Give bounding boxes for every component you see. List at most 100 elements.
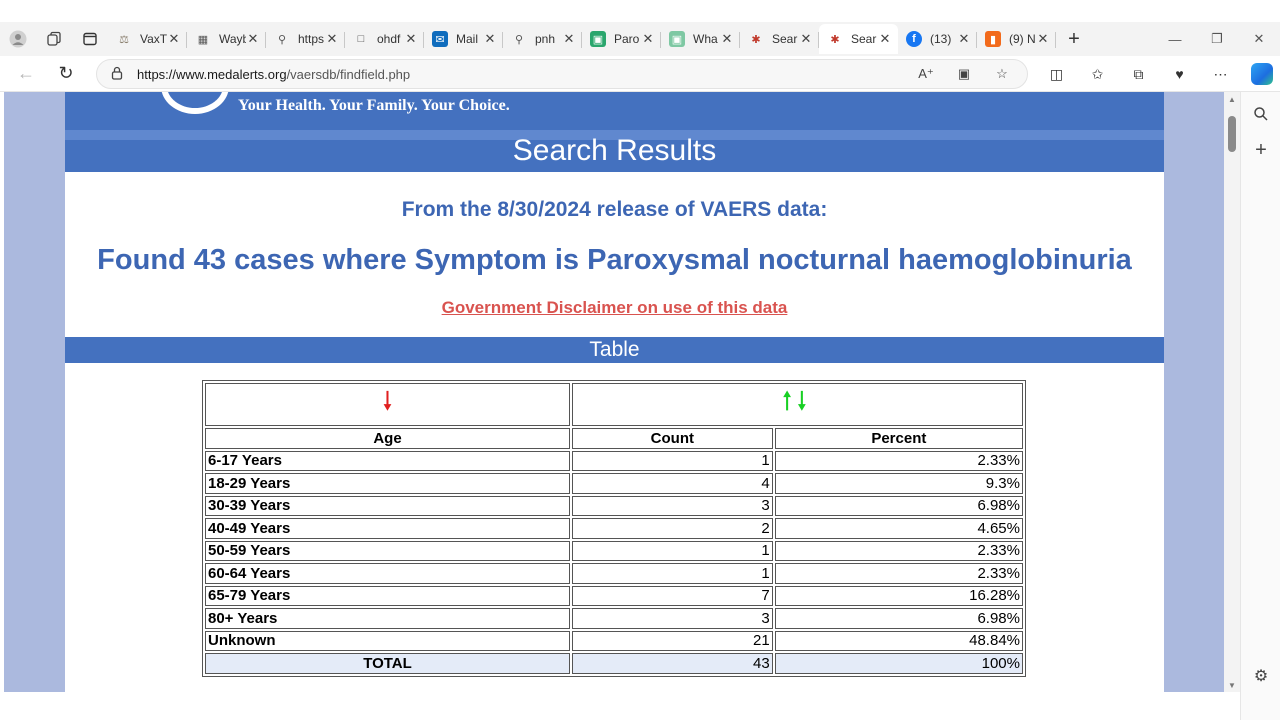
back-button[interactable]: ← [6,59,46,89]
scroll-thumb[interactable] [1228,116,1236,152]
release-line: From the 8/30/2024 release of VAERS data… [401,198,828,221]
tab-title: https: [298,32,325,46]
sort-up-green-icon[interactable]: 🠑 [783,388,798,415]
browser-tab[interactable]: ✱ Sear ✕ [740,24,819,54]
browser-tab[interactable]: □ ohdf ✕ [345,24,424,54]
star-icon: ✱ [751,33,761,46]
browser-tab[interactable]: ▮ (9) N ✕ [977,24,1056,54]
age-cell: 6-17 Years [205,450,570,471]
minimize-icon[interactable]: — [1154,24,1196,54]
count-sort-cell: 🠑🠓 [572,383,1023,426]
new-tab-button[interactable]: + [1056,24,1092,54]
app-available-icon[interactable]: ▣ [945,66,983,82]
archive-icon: ▦ [197,33,209,46]
tab-close-icon[interactable]: ✕ [167,31,181,47]
percent-cell: 2.33% [774,540,1023,561]
tab-strip: ⚖VaxTr✕▦Wayb✕⚲https:✕□ohdf✕✉Mail✕⚲pnh✕▣P… [108,22,1056,56]
star-icon: ✱ [830,33,840,46]
address-toolbar: ← ↻ https://www.medalerts.org/vaersdb/fi… [0,56,1280,92]
scroll-up-icon[interactable]: ▲ [1224,92,1240,106]
search-results-heading: Search Results [65,136,1164,172]
tab-close-icon[interactable]: ✕ [1036,31,1050,47]
sort-down-green-icon[interactable]: 🠓 [798,388,813,415]
bottom-strip [0,692,1224,720]
lock-icon[interactable] [111,66,123,83]
tab-title: (9) N [1009,32,1036,46]
tab-close-icon[interactable]: ✕ [878,31,892,47]
browser-tab[interactable]: ✉ Mail ✕ [424,24,503,54]
government-disclaimer-link[interactable]: Government Disclaimer on use of this dat… [65,298,1164,318]
document-icon: □ [357,33,365,45]
count-cell: 1 [572,450,773,471]
split-screen-icon[interactable]: ◫ [1036,59,1077,89]
total-percent: 100% [774,653,1023,674]
tab-close-icon[interactable]: ✕ [246,31,260,47]
sidebar-add-icon[interactable]: + [1241,132,1280,168]
age-cell: 50-59 Years [205,540,570,561]
vertical-scrollbar[interactable]: ▲ ▼ [1224,92,1240,692]
tab-close-icon[interactable]: ✕ [957,31,971,47]
tab-title: (13) [930,32,952,46]
header-count: Count [572,428,773,449]
browser-tab[interactable]: ▣ Wha ✕ [661,24,740,54]
tab-close-icon[interactable]: ✕ [562,31,576,47]
favorites-icon[interactable]: ✩ [1077,59,1118,89]
workspaces-icon[interactable] [36,24,72,54]
close-window-icon[interactable]: ✕ [1238,24,1280,54]
tab-actions-icon[interactable] [72,24,108,54]
sort-down-red-icon[interactable]: 🠓 [383,388,392,415]
percent-cell: 48.84% [774,630,1023,651]
edge-sidebar: + ⚙ [1240,92,1280,720]
profile-icon[interactable] [0,24,36,54]
address-bar[interactable]: https://www.medalerts.org/vaersdb/findfi… [96,59,1028,89]
url-text[interactable]: https://www.medalerts.org/vaersdb/findfi… [137,67,410,82]
tab-close-icon[interactable]: ✕ [404,31,418,47]
age-cell: Unknown [205,630,570,651]
tab-close-icon[interactable]: ✕ [483,31,497,47]
browser-tab[interactable]: ⚲ pnh ✕ [503,24,582,54]
scroll-down-icon[interactable]: ▼ [1224,678,1240,692]
favorite-star-icon[interactable]: ☆ [983,66,1021,82]
tab-title: ohdf [377,32,401,46]
table-row: 6-17 Years 1 2.33% [205,450,1023,471]
mail-icon: ✉ [432,31,448,47]
sort-arrow-row: 🠓 🠑🠓 [205,383,1023,426]
page-viewport: Your Health. Your Family. Your Choice. S… [0,92,1224,692]
tab-close-icon[interactable]: ✕ [799,31,813,47]
tab-title: pnh [535,32,556,46]
site-logo-icon[interactable] [161,92,229,114]
image-icon: ▣ [669,31,685,47]
age-cell: 60-64 Years [205,563,570,584]
restore-icon[interactable]: ❐ [1196,24,1238,54]
age-cell: 40-49 Years [205,518,570,539]
copilot-icon[interactable] [1241,59,1280,89]
image-icon: ▣ [590,31,606,47]
browser-tab[interactable]: ⚖ VaxTr✕ [108,24,187,54]
collections-icon[interactable]: ⧉ [1118,59,1159,89]
refresh-button[interactable]: ↻ [46,59,86,89]
header-percent: Percent [774,428,1023,449]
read-aloud-icon[interactable]: A⁺ [907,66,945,82]
tab-close-icon[interactable]: ✕ [325,31,339,47]
table-row: 60-64 Years 1 2.33% [205,563,1023,584]
table-row: 30-39 Years 3 6.98% [205,495,1023,516]
age-cell: 80+ Years [205,608,570,629]
browser-tab[interactable]: f (13) ✕ [898,24,977,54]
tab-close-icon[interactable]: ✕ [641,31,655,47]
browser-tab[interactable]: ✱ Sear ✕ [819,24,898,54]
sidebar-search-icon[interactable] [1241,96,1280,132]
browser-tab[interactable]: ⚲ https: ✕ [266,24,345,54]
table-row: Unknown 21 48.84% [205,630,1023,651]
total-count: 43 [572,653,773,674]
percent-cell: 2.33% [774,450,1023,471]
more-menu-icon[interactable]: ⋯ [1200,59,1241,89]
browser-tab[interactable]: ▣ Paro ✕ [582,24,661,54]
tab-title: Sear [851,32,877,46]
browser-tab[interactable]: ▦ Wayb ✕ [187,24,266,54]
count-cell: 1 [572,540,773,561]
table-row: 40-49 Years 2 4.65% [205,518,1023,539]
browser-essentials-icon[interactable]: ♥ [1159,59,1200,89]
tab-title: Wha [693,32,718,46]
sidebar-settings-icon[interactable]: ⚙ [1241,658,1280,694]
tab-close-icon[interactable]: ✕ [720,31,734,47]
